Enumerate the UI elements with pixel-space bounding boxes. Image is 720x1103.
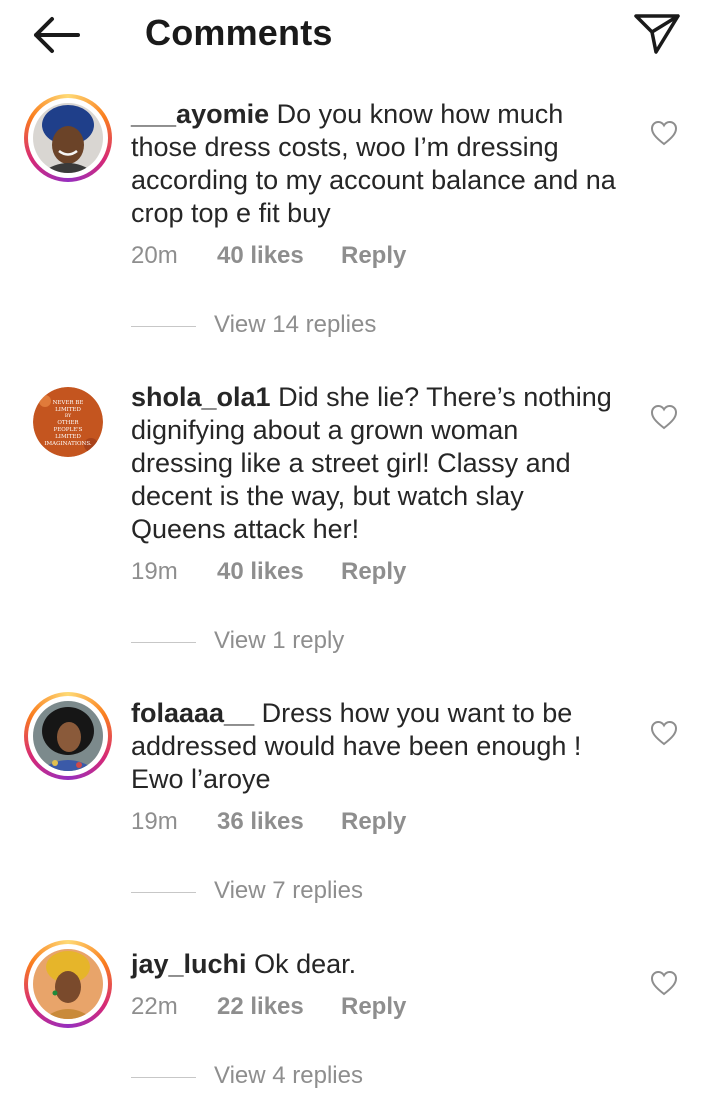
avatar-text-line: LIMITED xyxy=(55,434,81,440)
avatar-quote-image: NEVER BE LIMITED BY OTHER PEOPLE'S LIMIT… xyxy=(33,387,103,457)
view-replies-label: View 7 replies xyxy=(214,877,363,904)
comment-text: jay_luchi Ok dear. xyxy=(131,948,621,981)
comment-text: ___ayomie Do you know how much those dre… xyxy=(131,98,621,230)
view-replies-label: View 1 reply xyxy=(214,627,345,654)
avatar-text-line: OTHER xyxy=(57,420,79,426)
comment-body: Ok dear. xyxy=(254,949,357,979)
view-replies-label: View 4 replies xyxy=(214,1062,363,1089)
comment-username[interactable]: shola_ola1 xyxy=(131,382,271,412)
avatar[interactable]: NEVER BE LIMITED BY OTHER PEOPLE'S LIMIT… xyxy=(24,378,112,466)
avatar-text-line: BY xyxy=(65,413,72,419)
avatar-text-line: IMAGINATIONS. xyxy=(44,441,92,447)
divider-line xyxy=(131,326,196,327)
comment-text: shola_ola1 Did she lie? There’s nothing … xyxy=(131,381,621,546)
comment-username[interactable]: folaaaa__ xyxy=(131,698,254,728)
reply-button[interactable]: Reply xyxy=(341,808,406,836)
reply-button[interactable]: Reply xyxy=(341,558,406,586)
back-arrow-icon[interactable] xyxy=(30,14,82,56)
avatar[interactable] xyxy=(24,940,112,1028)
view-replies-label: View 14 replies xyxy=(214,311,377,338)
avatar-text-line: PEOPLE'S xyxy=(54,427,83,433)
likes-count[interactable]: 22 likes xyxy=(217,993,304,1021)
comment-username[interactable]: ___ayomie xyxy=(131,99,269,129)
comment-timestamp: 20m xyxy=(131,242,178,269)
avatar-photo xyxy=(33,949,103,1019)
divider-line xyxy=(131,1077,196,1078)
avatar-photo xyxy=(33,103,103,173)
heart-icon[interactable] xyxy=(650,120,678,146)
avatar[interactable] xyxy=(24,94,112,182)
avatar-text-line: LIMITED xyxy=(55,407,81,413)
comment-timestamp: 22m xyxy=(131,993,178,1020)
send-icon[interactable] xyxy=(632,12,682,56)
comment-timestamp: 19m xyxy=(131,558,178,585)
likes-count[interactable]: 40 likes xyxy=(217,558,304,586)
top-bar: Comments xyxy=(0,0,720,70)
comment-username[interactable]: jay_luchi xyxy=(131,949,247,979)
likes-count[interactable]: 36 likes xyxy=(217,808,304,836)
comment-timestamp: 19m xyxy=(131,808,178,835)
heart-icon[interactable] xyxy=(650,970,678,996)
avatar-photo xyxy=(33,701,103,771)
heart-icon[interactable] xyxy=(650,404,678,430)
avatar-text-line: NEVER BE xyxy=(53,400,84,406)
divider-line xyxy=(131,892,196,893)
likes-count[interactable]: 40 likes xyxy=(217,242,304,270)
divider-line xyxy=(131,642,196,643)
comment-text: folaaaa__ Dress how you want to be addre… xyxy=(131,697,621,796)
heart-icon[interactable] xyxy=(650,720,678,746)
reply-button[interactable]: Reply xyxy=(341,993,406,1021)
reply-button[interactable]: Reply xyxy=(341,242,406,270)
avatar[interactable] xyxy=(24,692,112,780)
page-title: Comments xyxy=(145,12,333,53)
